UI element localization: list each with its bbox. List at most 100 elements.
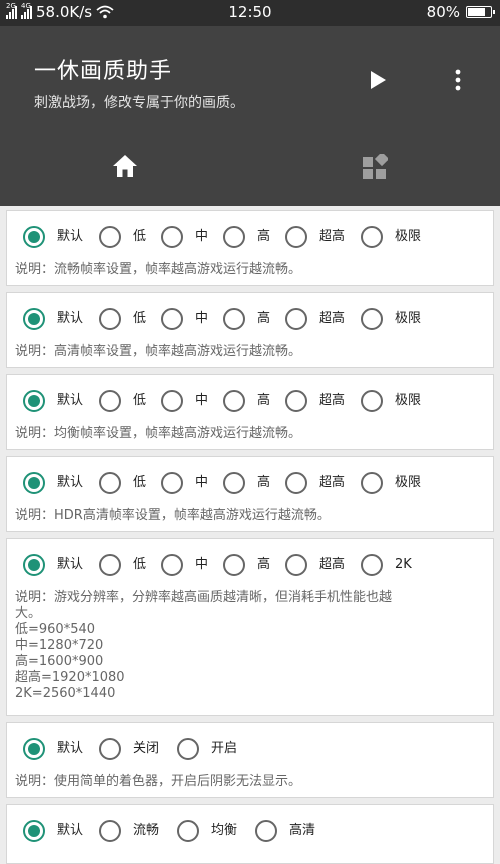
app-bar: 一休画质助手 刺激战场，修改专属于你的画质。 [0, 26, 500, 206]
radio-button[interactable] [23, 820, 45, 842]
radio-button[interactable] [161, 226, 183, 248]
radio-option-label: 超高 [319, 229, 346, 244]
setting-card: 默认 低 中 高 超高 极限 说明：均衡帧率设置，帧率越高游戏运行越流畅。 [6, 374, 494, 450]
radio-option-label: 高 [257, 557, 271, 572]
radio-option-label: 高 [257, 475, 271, 490]
radio-option-label: 极限 [395, 311, 422, 326]
radio-button[interactable] [23, 308, 45, 330]
setting-card: 默认 低 中 高 超高 极限说明：流畅帧率设置，帧率越高游戏运行越流畅。 [6, 210, 494, 286]
radio-option-label: 低 [133, 557, 147, 572]
radio-button[interactable] [161, 308, 183, 330]
radio-option-label: 高 [257, 229, 271, 244]
radio-button[interactable] [99, 738, 121, 760]
setting-description: 说明：使用简单的着色器，开启后阴影无法显示。 [15, 774, 302, 789]
radio-option-label: 2K [395, 557, 412, 572]
battery-percent: 80% [426, 3, 460, 21]
radio-button[interactable] [99, 554, 121, 576]
app-title: 一休画质助手 [34, 59, 173, 84]
radio-option-label: 低 [133, 393, 147, 408]
app-subtitle: 刺激战场，修改专属于你的画质。 [34, 95, 244, 111]
radio-button[interactable] [23, 554, 45, 576]
clock: 12:50 [228, 3, 272, 21]
radio-option-label: 超高 [319, 393, 346, 408]
radio-button[interactable] [223, 390, 245, 412]
radio-option-label: 中 [195, 557, 209, 572]
radio-button[interactable] [23, 738, 45, 760]
more-vert-icon [455, 69, 461, 91]
setting-description: 说明：游戏分辨率，分辨率越高画质越清晰，但消耗手机性能也越 大。 低=960*5… [15, 590, 393, 701]
radio-option-label: 中 [195, 229, 209, 244]
radio-button[interactable] [99, 308, 121, 330]
radio-button[interactable] [361, 226, 383, 248]
radio-button[interactable] [99, 390, 121, 412]
radio-button[interactable] [285, 554, 307, 576]
setting-card: 默认 低 中 高 超高 极限说明：高清帧率设置，帧率越高游戏运行越流畅。 [6, 292, 494, 368]
setting-description: 说明：高清帧率设置，帧率越高游戏运行越流畅。 [15, 344, 302, 359]
radio-option-label: 默认 [57, 557, 84, 572]
setting-description: 说明：流畅帧率设置，帧率越高游戏运行越流畅。 [15, 262, 302, 277]
radio-option-label: 高 [257, 311, 271, 326]
radio-option-label: 默认 [57, 229, 84, 244]
radio-button[interactable] [223, 226, 245, 248]
battery-icon [466, 6, 495, 18]
radio-option-label: 低 [133, 475, 147, 490]
tab-home[interactable] [0, 134, 250, 206]
radio-button[interactable] [23, 226, 45, 248]
apps-icon [363, 154, 388, 179]
radio-option-label: 极限 [395, 475, 422, 490]
radio-button[interactable] [285, 472, 307, 494]
radio-button[interactable] [255, 820, 277, 842]
setting-description: 说明：HDR高清帧率设置，帧率越高游戏运行越流畅。 [15, 508, 330, 523]
radio-button[interactable] [223, 472, 245, 494]
radio-option-label: 开启 [211, 741, 238, 756]
radio-option-label: 流畅 [133, 823, 160, 838]
play-button[interactable] [366, 68, 390, 92]
radio-option-label: 关闭 [133, 741, 160, 756]
radio-button[interactable] [361, 308, 383, 330]
setting-card: 默认 低 中 高 超高 2K 说明：游戏分辨率，分辨率越高画质越清晰，但消耗手机性能也越 大… [6, 538, 494, 716]
radio-option-label: 低 [133, 229, 147, 244]
radio-button[interactable] [223, 554, 245, 576]
radio-button[interactable] [285, 226, 307, 248]
home-icon [113, 155, 137, 177]
radio-option-label: 超高 [319, 475, 346, 490]
battery-status: 80% [426, 3, 495, 21]
radio-button[interactable] [23, 472, 45, 494]
radio-button[interactable] [361, 390, 383, 412]
radio-option-label: 均衡 [211, 823, 238, 838]
radio-option-label: 默认 [57, 823, 84, 838]
radio-button[interactable] [285, 390, 307, 412]
radio-option-label: 低 [133, 311, 147, 326]
radio-option-label: 中 [195, 393, 209, 408]
radio-option-label: 中 [195, 311, 209, 326]
radio-option-label: 默认 [57, 741, 84, 756]
more-options-button[interactable] [446, 68, 470, 92]
play-icon [371, 71, 386, 89]
setting-card: 默认 流畅 均衡 高清 [6, 804, 494, 864]
radio-button[interactable] [361, 472, 383, 494]
radio-option-label: 极限 [395, 393, 422, 408]
radio-option-label: 超高 [319, 557, 346, 572]
radio-button[interactable] [177, 738, 199, 760]
radio-button[interactable] [361, 554, 383, 576]
radio-button[interactable] [23, 390, 45, 412]
status-bar: 2G 4G 58.0K/s 12:50 80% [0, 0, 500, 26]
radio-option-label: 默认 [57, 393, 84, 408]
radio-button[interactable] [161, 390, 183, 412]
radio-button[interactable] [99, 226, 121, 248]
radio-button[interactable] [99, 820, 121, 842]
radio-option-label: 超高 [319, 311, 346, 326]
radio-option-label: 默认 [57, 311, 84, 326]
setting-card: 默认 关闭 开启说明：使用简单的着色器，开启后阴影无法显示。 [6, 722, 494, 798]
setting-card: 默认 低 中 高 超高 极限 说明：HDR高清帧率设置，帧率越高游戏运行越流畅。 [6, 456, 494, 532]
radio-option-label: 高清 [289, 823, 316, 838]
tab-apps[interactable] [250, 134, 500, 206]
radio-button[interactable] [161, 554, 183, 576]
radio-button[interactable] [177, 820, 199, 842]
radio-button[interactable] [99, 472, 121, 494]
radio-option-label: 极限 [395, 229, 422, 244]
radio-button[interactable] [285, 308, 307, 330]
radio-button[interactable] [223, 308, 245, 330]
radio-button[interactable] [161, 472, 183, 494]
radio-option-label: 中 [195, 475, 209, 490]
